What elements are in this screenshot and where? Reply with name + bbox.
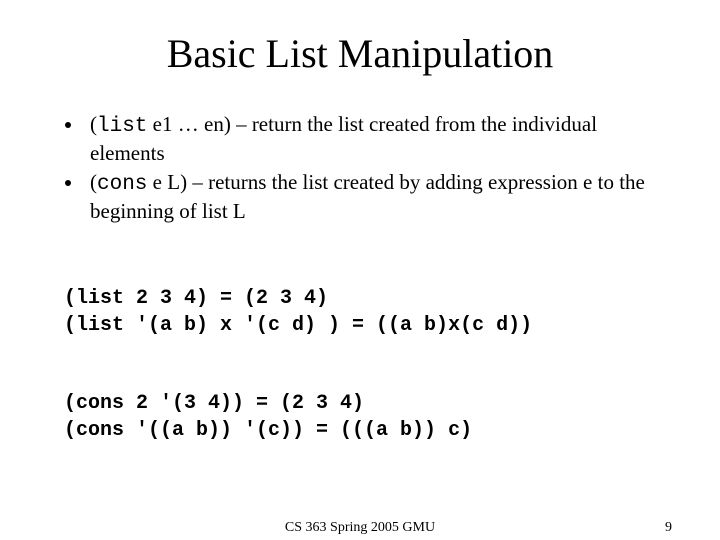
slide-title: Basic List Manipulation — [60, 30, 660, 77]
paren-open: ( — [90, 112, 97, 136]
example-line: (list 2 3 4) = (2 3 4) — [64, 287, 328, 310]
page-number: 9 — [665, 520, 672, 536]
paren-open: ( — [90, 170, 97, 194]
bullet-item-list: (list e1 … en) – return the list created… — [84, 111, 660, 167]
example-block: (list 2 3 4) = (2 3 4) (list '(a b) x '(… — [64, 258, 660, 471]
sig-text: e1 … en) — [147, 112, 230, 136]
slide: Basic List Manipulation (list e1 … en) –… — [0, 0, 720, 540]
spacer — [64, 339, 660, 363]
footer-course: CS 363 Spring 2005 GMU — [0, 520, 720, 536]
bullet-item-cons: (cons e L) – returns the list created by… — [84, 169, 660, 225]
code-keyword-cons: cons — [97, 173, 147, 196]
bullet-list: (list e1 … en) – return the list created… — [60, 111, 660, 224]
example-line: (list '(a b) x '(c d) ) = ((a b)x(c d)) — [64, 314, 532, 337]
example-line: (cons 2 '(3 4)) = (2 3 4) — [64, 392, 364, 415]
example-line: (cons '((a b)) '(c)) = (((a b)) c) — [64, 419, 472, 442]
code-keyword-list: list — [97, 115, 147, 138]
sig-text: e L) — [147, 170, 187, 194]
